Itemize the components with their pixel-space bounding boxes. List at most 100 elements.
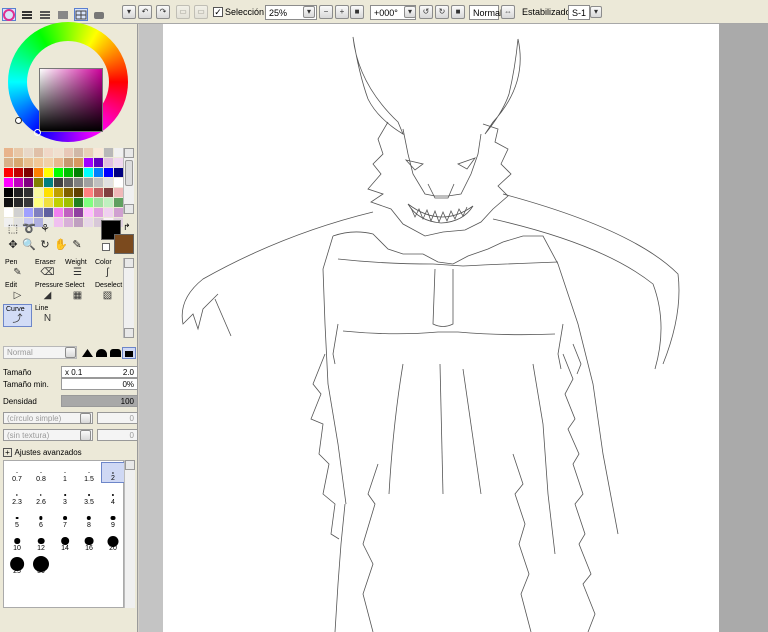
eyedropper-icon[interactable]: ✎ [70, 238, 84, 252]
color-swatch[interactable] [34, 188, 43, 197]
tool-eraser[interactable]: Eraser ⌫ [33, 258, 62, 281]
color-swatch[interactable] [54, 208, 63, 217]
color-swatch[interactable] [64, 168, 73, 177]
color-swatch[interactable] [74, 188, 83, 197]
rotation-dropdown[interactable]: ▾ [404, 6, 416, 18]
selection-checkbox[interactable]: ✓ [213, 7, 223, 17]
color-swatch[interactable] [64, 198, 73, 207]
swatches-scrollbar[interactable] [123, 148, 134, 214]
color-swatch[interactable] [54, 158, 63, 167]
brush-size-30[interactable]: 30 [29, 554, 53, 575]
color-marker[interactable] [34, 129, 41, 136]
brush-size-2[interactable]: 2 [101, 462, 125, 483]
brush-size-25[interactable]: 25 [5, 554, 29, 575]
color-swatch[interactable] [84, 188, 93, 197]
density-slider[interactable]: 100 [61, 395, 138, 407]
brush-shape-amount[interactable]: 0 [97, 412, 138, 424]
color-swatch[interactable] [104, 208, 113, 217]
color-swatch[interactable] [44, 148, 53, 157]
color-swatch[interactable] [4, 158, 13, 167]
color-swatch[interactable] [104, 168, 113, 177]
color-swatch[interactable] [114, 148, 123, 157]
hue-marker[interactable] [15, 117, 22, 124]
color-swatch[interactable] [54, 198, 63, 207]
color-swatch[interactable] [74, 148, 83, 157]
deselect-button[interactable]: ▭ [176, 5, 190, 19]
brush-shape-flat-icon[interactable] [110, 349, 121, 357]
brush-size-7[interactable]: 7 [53, 508, 77, 529]
color-swatch[interactable] [74, 168, 83, 177]
lasso-icon[interactable]: ➰ [22, 222, 36, 236]
tool-weight[interactable]: Weight ☰ [63, 258, 92, 281]
color-swatch[interactable] [84, 208, 93, 217]
color-swatch[interactable] [34, 148, 43, 157]
brush-size-0.7[interactable]: 0.7 [5, 462, 29, 483]
brush-size-14[interactable]: 14 [53, 531, 77, 552]
color-swatch[interactable] [44, 178, 53, 187]
texture-dropdown[interactable] [80, 430, 91, 441]
color-swatch[interactable] [34, 198, 43, 207]
rotate-right-button[interactable]: ↻ [435, 5, 449, 19]
stabilizer-field[interactable]: S-1 [568, 5, 590, 20]
color-swatch[interactable] [84, 148, 93, 157]
color-swatch[interactable] [44, 168, 53, 177]
color-swatch[interactable] [94, 188, 103, 197]
color-swatch[interactable] [64, 208, 73, 217]
color-swatch[interactable] [94, 178, 103, 187]
color-swatch[interactable] [14, 158, 23, 167]
color-swatch[interactable] [114, 188, 123, 197]
color-swatch[interactable] [34, 178, 43, 187]
tool-color[interactable]: Color ʃ [93, 258, 122, 281]
texture-amount[interactable]: 0 [97, 429, 138, 441]
color-swatch[interactable] [74, 198, 83, 207]
color-swatch[interactable] [44, 208, 53, 217]
zoom-dropdown[interactable]: ▾ [303, 6, 315, 18]
color-swatch[interactable] [54, 178, 63, 187]
color-swatch[interactable] [14, 168, 23, 177]
color-swatch[interactable] [34, 158, 43, 167]
color-swatch[interactable] [94, 208, 103, 217]
brush-shape-square-icon[interactable] [122, 347, 136, 359]
tool-edit[interactable]: Edit ▷ [3, 281, 32, 304]
color-swatch[interactable] [94, 168, 103, 177]
color-swatch[interactable] [14, 148, 23, 157]
color-swatch[interactable] [104, 148, 113, 157]
color-swatch[interactable] [84, 158, 93, 167]
color-swatch[interactable] [54, 168, 63, 177]
color-swatch[interactable] [74, 208, 83, 217]
color-swatch[interactable] [34, 208, 43, 217]
stabilizer-dropdown[interactable]: ▾ [590, 6, 602, 18]
color-swatch[interactable] [64, 188, 73, 197]
secondary-color-swatch[interactable] [114, 234, 134, 254]
brush-mode-dropdown[interactable] [65, 347, 76, 358]
color-swatch[interactable] [4, 148, 13, 157]
scroll-thumb[interactable] [125, 160, 133, 186]
color-swatch[interactable] [24, 158, 33, 167]
color-swatch[interactable] [64, 158, 73, 167]
color-swatch[interactable] [54, 148, 63, 157]
zoom-in-button[interactable]: + [335, 5, 349, 19]
brush-shape-sharp-icon[interactable] [82, 349, 93, 357]
scroll-down-icon[interactable] [124, 204, 134, 214]
brush-size-scrollbar[interactable] [124, 460, 135, 608]
tool-pressure[interactable]: Pressure ◢ [33, 281, 63, 304]
color-swatch[interactable] [64, 148, 73, 157]
color-swatch[interactable] [104, 188, 113, 197]
brush-size-5[interactable]: 5 [5, 508, 29, 529]
brush-size-2.3[interactable]: 2.3 [5, 485, 29, 506]
size-multiplier[interactable]: x 0.1 [65, 368, 82, 377]
brush-shape-round-icon[interactable] [96, 349, 107, 357]
tool-select[interactable]: Select ▦ [63, 281, 92, 304]
color-swatch[interactable] [74, 178, 83, 187]
min-size-slider[interactable]: 0% [61, 378, 138, 390]
color-swatch[interactable] [114, 158, 123, 167]
scroll-up-icon[interactable] [124, 258, 134, 268]
color-swatch[interactable] [94, 198, 103, 207]
color-swatch[interactable] [64, 178, 73, 187]
color-swatch[interactable] [44, 198, 53, 207]
color-swatch[interactable] [34, 168, 43, 177]
brush-size-10[interactable]: 10 [5, 531, 29, 552]
color-swatch[interactable] [104, 178, 113, 187]
color-swatch[interactable] [104, 158, 113, 167]
color-swatch[interactable] [84, 168, 93, 177]
